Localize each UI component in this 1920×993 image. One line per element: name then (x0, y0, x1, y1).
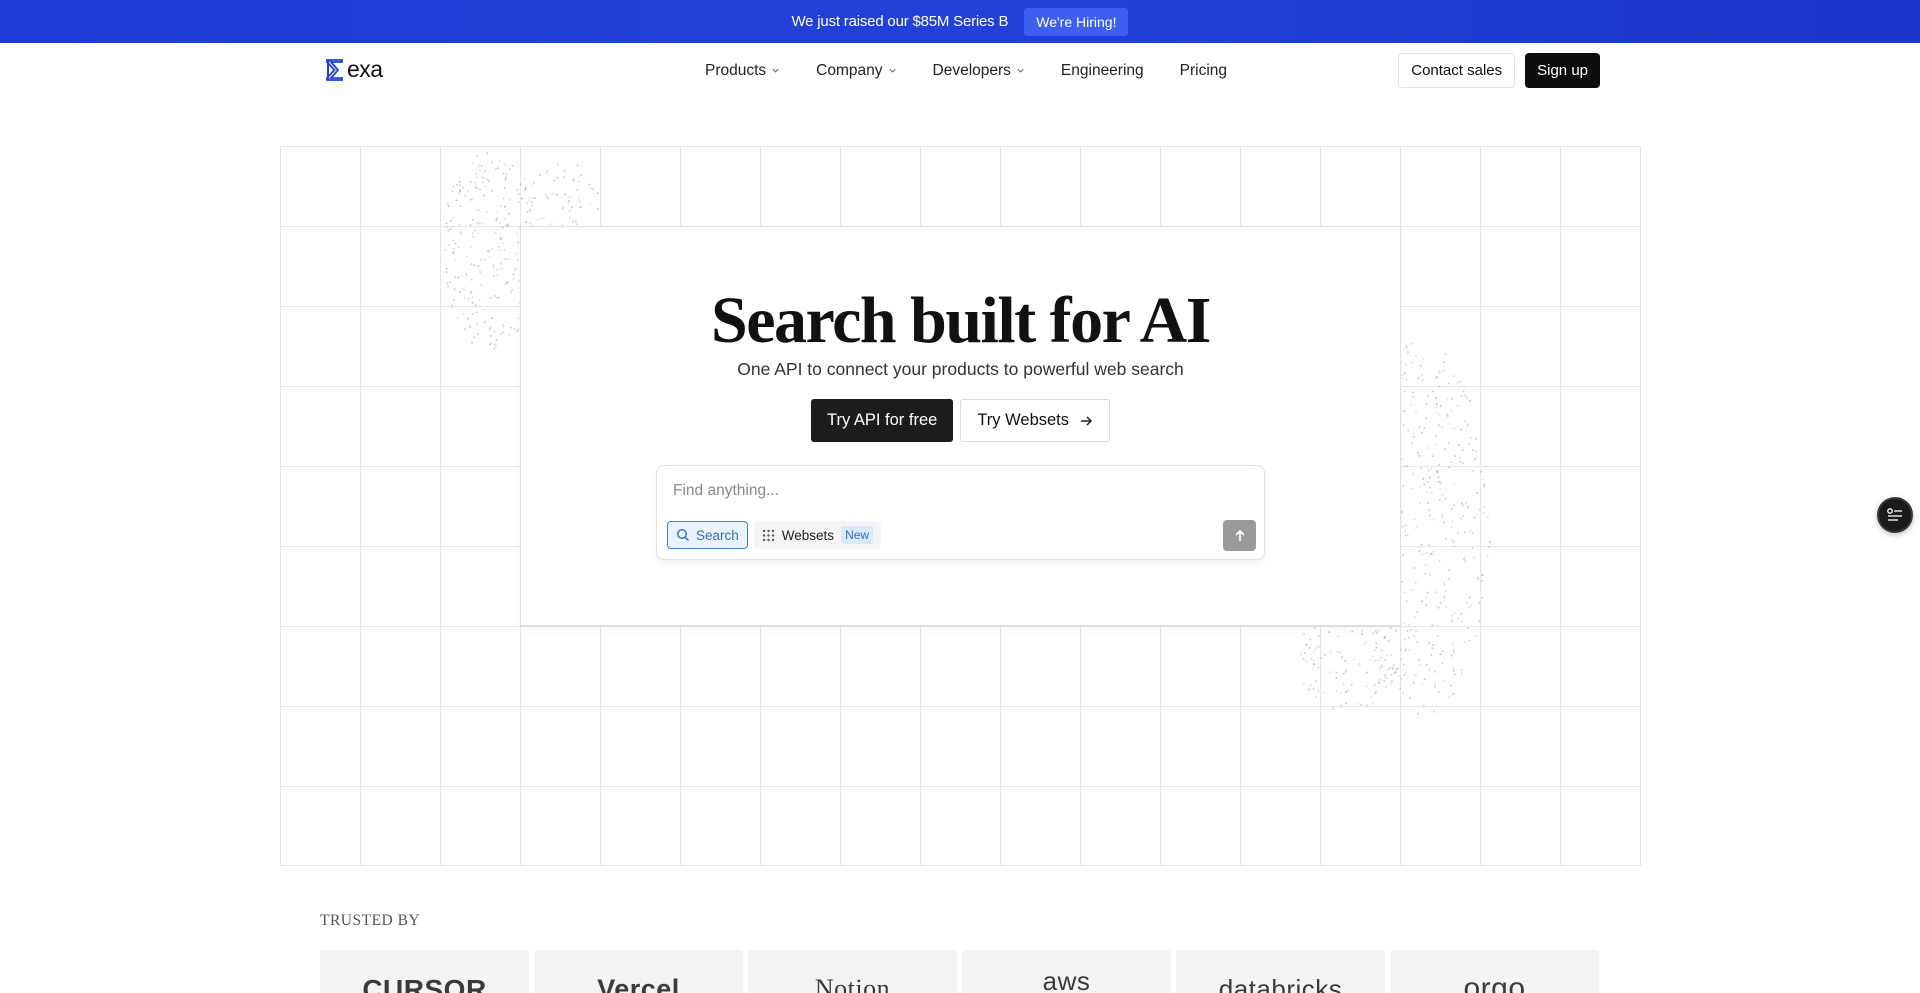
try-websets-label: Try Websets (977, 411, 1070, 429)
logo-cursor-text: CURSOR (362, 974, 487, 993)
logo-cursor: CURSOR (320, 950, 529, 993)
search-input[interactable] (673, 476, 1233, 506)
search-icon (676, 528, 689, 541)
arrow-up-icon (1234, 529, 1245, 541)
grid-icon (762, 529, 774, 541)
logo-orgo-text: orgo (1463, 972, 1526, 993)
logo-vercel: Vercel (534, 950, 743, 993)
logo-vercel-text: Vercel (597, 974, 680, 993)
hero-card: Search built for AI One API to connect y… (520, 226, 1401, 626)
search-box: Search Websets New (656, 465, 1265, 560)
new-badge: New (841, 526, 874, 544)
mode-websets-label: Websets (781, 527, 835, 543)
logo-notion: Notion (748, 950, 957, 993)
logo-databricks: databricks (1176, 950, 1385, 993)
hero-subtitle: One API to connect your products to powe… (737, 359, 1184, 379)
floating-menu-button[interactable] (1877, 497, 1913, 533)
arrow-right-icon (1081, 415, 1093, 426)
mode-search-label: Search (696, 527, 739, 543)
logo-orgo: orgo (1390, 950, 1599, 993)
try-websets-button[interactable]: Try Websets (960, 399, 1111, 442)
search-mode-row: Search Websets New (667, 521, 882, 549)
submit-search-button[interactable] (1223, 520, 1256, 551)
trusted-by-label: TRUSTED BY (320, 912, 421, 929)
list-settings-icon (1887, 508, 1902, 521)
try-api-button[interactable]: Try API for free (810, 399, 954, 442)
mode-search-button[interactable]: Search (667, 521, 748, 549)
logo-aws-text: aws (1042, 966, 1091, 993)
logo-databricks-text: databricks (1218, 974, 1343, 993)
mode-websets-button[interactable]: Websets New (753, 521, 882, 549)
logo-aws: aws (962, 950, 1171, 993)
hero-cta-group: Try API for free Try Websets (521, 399, 1400, 442)
logo-notion-text: Notion (814, 974, 891, 993)
trusted-logos: CURSOR Vercel Notion aws databricks orgo (320, 950, 1599, 993)
hero-title: Search built for AI (711, 284, 1211, 357)
